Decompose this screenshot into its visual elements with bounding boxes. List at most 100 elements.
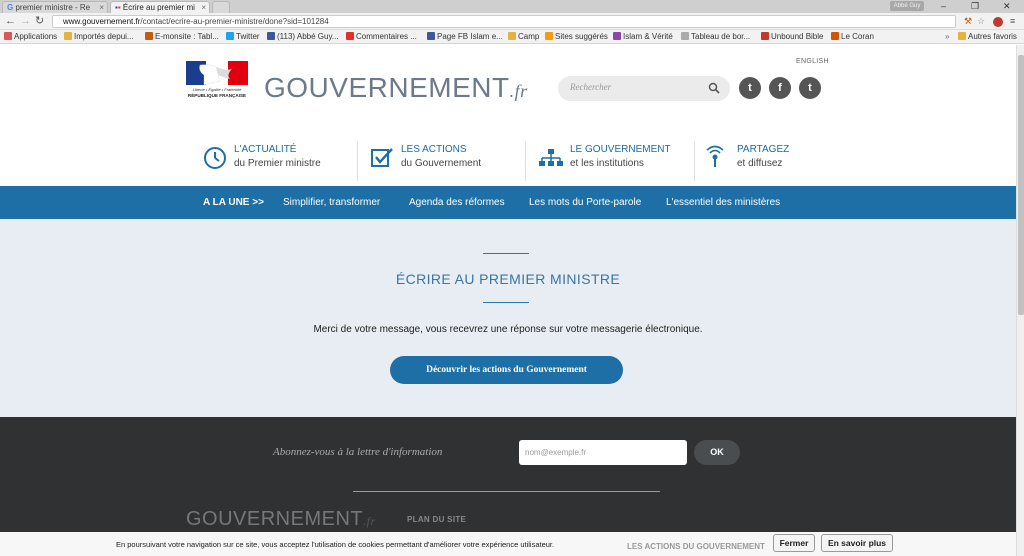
bookmark-item[interactable]: (113) Abbé Guy...: [267, 32, 339, 42]
bookmark-item[interactable]: Twitter: [226, 32, 260, 42]
footer-logo-text: GOUVERNEMENT: [186, 508, 364, 530]
coran-icon: [831, 32, 839, 40]
tab-label: premier ministre - Re: [15, 3, 91, 12]
title-rule-top: [483, 253, 529, 254]
menu-icon[interactable]: ≡: [1010, 16, 1015, 27]
menu-divider: [525, 141, 526, 181]
brand-text: GOUVERNEMENT: [264, 72, 510, 103]
nav-a-la-une[interactable]: A LA UNE >>: [203, 197, 264, 208]
logo-republic: RÉPUBLIQUE FRANÇAISE: [187, 93, 247, 98]
checkbox-icon: [371, 148, 393, 167]
forward-icon[interactable]: →: [20, 15, 31, 27]
bookmark-item[interactable]: Sites suggérés: [545, 32, 608, 42]
url-path: /contact/ecrire-au-premier-ministre/done…: [140, 17, 329, 26]
confirmation-message: Merci de votre message, vous recevrez un…: [313, 324, 703, 335]
flag-red-icon: ▪: [117, 3, 121, 12]
newsletter-email-field[interactable]: nom@exemple.fr: [519, 440, 687, 465]
back-icon[interactable]: ←: [5, 15, 16, 27]
bookmark-item[interactable]: Tableau de bor...: [681, 32, 750, 42]
org-chart-icon: [539, 149, 563, 166]
scrollbar-thumb[interactable]: [1018, 55, 1024, 315]
bookmark-item[interactable]: Page FB Islam e...: [427, 32, 503, 42]
folder-icon: [64, 32, 72, 40]
other-bookmarks[interactable]: Autres favoris: [958, 32, 1017, 42]
bookmark-item[interactable]: Camp: [508, 32, 539, 42]
newsletter-ok-button[interactable]: OK: [694, 440, 740, 465]
footer-logo-suffix: .fr: [363, 514, 376, 528]
discover-actions-button[interactable]: Découvrir les actions du Gouvernement: [390, 356, 623, 384]
facebook-icon[interactable]: f: [769, 77, 791, 99]
address-bar-row: ← → ↻ www.gouvernement.fr/contact/ecrire…: [0, 13, 1024, 30]
close-window-icon[interactable]: ✕: [1003, 0, 1011, 12]
nav-item-ministeres[interactable]: L'essentiel des ministères: [666, 197, 780, 208]
sitemap-heading: PLAN DU SITE: [407, 515, 467, 524]
newsletter-label: Abonnez-vous à la lettre d'information: [273, 446, 443, 458]
adblock-icon[interactable]: [993, 17, 1003, 27]
bookmark-item[interactable]: E-monsite : Tabl...: [145, 32, 219, 42]
bookmark-item[interactable]: Commentaires ...: [346, 32, 417, 42]
menu-subtitle: du Gouvernement: [401, 158, 482, 169]
cookie-close-button[interactable]: Fermer: [773, 534, 815, 552]
close-icon[interactable]: ×: [99, 2, 104, 13]
bookmark-item[interactable]: Unbound Bible: [761, 32, 823, 42]
restore-icon[interactable]: ❐: [971, 0, 979, 12]
menu-subtitle: du Premier ministre: [234, 158, 321, 169]
logo-motto: Liberté • Égalité • Fraternité: [192, 87, 242, 92]
bookmark-star-icon[interactable]: ☆: [977, 16, 985, 27]
title-rule-bottom: [483, 302, 529, 303]
emonsite-icon: [145, 32, 153, 40]
menu-gouvernement[interactable]: LE GOUVERNEMENT et les institutions: [538, 135, 688, 185]
footer-divider: [353, 491, 660, 492]
extension-icon[interactable]: ⚒: [964, 16, 972, 27]
tab-2[interactable]: ▪▪ Écrire au premier mi ×: [110, 1, 210, 13]
search-input[interactable]: Rechercher: [570, 82, 611, 92]
new-tab-button[interactable]: [212, 1, 230, 13]
tab-label: Écrire au premier mi: [122, 3, 195, 12]
search-box[interactable]: Rechercher: [558, 76, 730, 101]
bookmark-item[interactable]: Applications: [4, 32, 57, 42]
youtube-icon: [346, 32, 354, 40]
footer-actions-heading[interactable]: LES ACTIONS DU GOUVERNEMENT: [627, 542, 765, 551]
menu-divider: [694, 141, 695, 181]
url-host: www.gouvernement.fr: [63, 17, 141, 26]
twitter-icon[interactable]: t: [739, 77, 761, 99]
url-input[interactable]: www.gouvernement.fr/contact/ecrire-au-pr…: [52, 15, 956, 28]
facebook-icon: [427, 32, 435, 40]
menu-actualite[interactable]: L'ACTUALITÉ du Premier ministre: [202, 135, 352, 185]
menu-partagez[interactable]: PARTAGEZ et diffusez: [705, 135, 825, 185]
close-icon[interactable]: ×: [201, 2, 206, 13]
more-bookmarks-icon[interactable]: »: [945, 32, 949, 42]
nav-item-porte-parole[interactable]: Les mots du Porte-parole: [529, 197, 641, 208]
nav-item-simplifier[interactable]: Simplifier, transformer: [283, 197, 380, 208]
islam-icon: [613, 32, 621, 40]
broadcast-icon: [706, 145, 724, 167]
minimize-icon[interactable]: –: [941, 0, 946, 12]
folder-icon: [508, 32, 516, 40]
search-icon[interactable]: [708, 82, 720, 94]
cookie-more-button[interactable]: En savoir plus: [821, 534, 893, 552]
apps-icon: [4, 32, 12, 40]
tab-1[interactable]: G premier ministre - Re ×: [2, 1, 108, 13]
reload-icon[interactable]: ↻: [35, 15, 44, 27]
footer-logo[interactable]: GOUVERNEMENT.fr: [186, 508, 376, 531]
english-link[interactable]: ENGLISH: [796, 58, 829, 65]
facebook-icon: [267, 32, 275, 40]
bookmark-item[interactable]: Importés depui...: [64, 32, 134, 42]
secondary-nav: A LA UNE >> Simplifier, transformer Agen…: [0, 186, 1016, 219]
tumblr-icon[interactable]: t: [799, 77, 821, 99]
confirmation-section: [0, 219, 1016, 417]
menu-subtitle: et diffusez: [737, 158, 783, 169]
menu-title: LES ACTIONS: [401, 144, 467, 155]
menu-actions[interactable]: LES ACTIONS du Gouvernement: [369, 135, 519, 185]
bookmark-item[interactable]: Islam & Vérité: [613, 32, 673, 42]
nav-item-agenda[interactable]: Agenda des réformes: [409, 197, 505, 208]
suggested-icon: [545, 32, 553, 40]
cookie-message: En poursuivant votre navigation sur ce s…: [116, 540, 555, 549]
cookie-banner: En poursuivant votre navigation sur ce s…: [0, 532, 1016, 556]
menu-subtitle: et les institutions: [570, 158, 644, 169]
page-scrollbar[interactable]: [1016, 45, 1024, 556]
brand-suffix: .fr: [509, 81, 528, 101]
site-brand[interactable]: GOUVERNEMENT.fr: [264, 71, 528, 108]
user-badge[interactable]: Abbé Guy: [890, 1, 924, 11]
bookmark-item[interactable]: Le Coran: [831, 32, 874, 42]
